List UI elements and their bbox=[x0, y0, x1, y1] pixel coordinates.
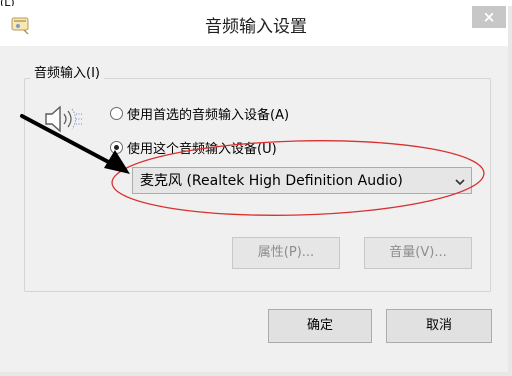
speaker-sound-icon bbox=[40, 102, 86, 138]
input-device-select-value: 麦克风 (Realtek High Definition Audio) bbox=[140, 173, 403, 189]
radio-preferred-label: 使用首选的音频输入设备(A) bbox=[127, 108, 290, 123]
radio-this-label: 使用这个音频输入设备(U) bbox=[127, 142, 277, 157]
window-border bbox=[508, 6, 512, 376]
ok-button[interactable]: 确定 bbox=[268, 309, 372, 343]
close-button[interactable]: × bbox=[472, 6, 506, 28]
properties-button[interactable]: 属性(P)... bbox=[232, 237, 340, 269]
input-device-select[interactable]: 麦克风 (Realtek High Definition Audio) bbox=[132, 167, 472, 194]
radio-preferred-indicator[interactable] bbox=[110, 107, 123, 120]
cancel-button[interactable]: 取消 bbox=[386, 309, 492, 343]
radio-preferred-device[interactable]: 使用首选的音频输入设备(A) bbox=[110, 107, 289, 125]
volume-button[interactable]: 音量(V)... bbox=[364, 237, 472, 269]
radio-this-device[interactable]: 使用这个音频输入设备(U) bbox=[110, 141, 277, 159]
title-bar: 音频输入设置 bbox=[0, 6, 512, 46]
window-title: 音频输入设置 bbox=[205, 17, 307, 37]
close-icon: × bbox=[482, 8, 496, 26]
chevron-down-icon[interactable] bbox=[455, 176, 465, 186]
radio-this-indicator[interactable] bbox=[110, 141, 123, 154]
groupbox-label: 音频输入(I) bbox=[30, 66, 104, 82]
window-border-bottom bbox=[0, 372, 512, 376]
